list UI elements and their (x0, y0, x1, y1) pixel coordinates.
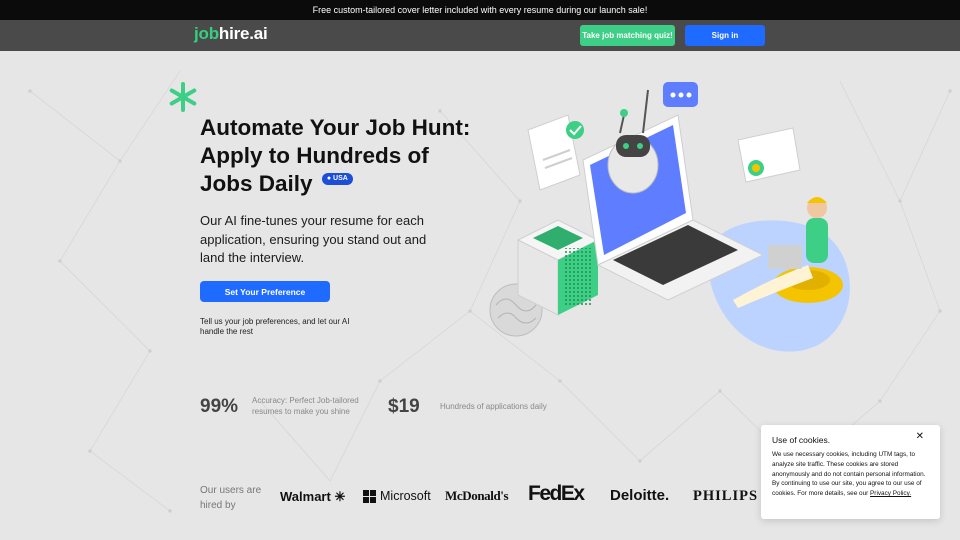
deloitte-logo: Deloitte. (610, 487, 670, 504)
walmart-name: Walmart (280, 489, 331, 504)
fedex-logo: FedEx (528, 482, 585, 505)
announcement-text: Free custom-tailored cover letter includ… (312, 5, 648, 15)
hero-title-line-1: Automate Your Job Hunt: (200, 115, 471, 140)
country-badge: ● USA (321, 173, 353, 186)
stat-accuracy-value: 99% (200, 396, 239, 417)
logo-part-hire: hire.ai (218, 24, 268, 43)
asterisk-icon (169, 82, 197, 112)
stat-accuracy-description: Accuracy: Perfect Job-tailored resumes t… (252, 396, 359, 416)
logo[interactable]: jobhire.ai (194, 24, 268, 44)
logo-part-job: job (194, 24, 219, 43)
spark-icon: ✳ (334, 489, 346, 504)
set-preference-button[interactable]: Set Your Preference (200, 281, 330, 302)
windows-icon (363, 489, 376, 503)
microsoft-name: Microsoft (380, 489, 431, 503)
cookie-title: Use of cookies. (772, 435, 831, 445)
job-matching-quiz-button[interactable]: Take job matching quiz! (580, 25, 675, 46)
hero-title: Automate Your Job Hunt: Apply to Hundred… (200, 114, 500, 198)
cookie-text: We use necessary cookies, including UTM … (772, 450, 929, 499)
sign-in-button[interactable]: Sign in (685, 25, 765, 46)
privacy-policy-link[interactable]: Privacy Policy. (870, 490, 911, 497)
mcdonalds-logo: McDonald's (445, 488, 509, 503)
stat-price-description: Hundreds of applications daily (440, 402, 547, 411)
hired-by-label: Our users are hired by (200, 485, 262, 511)
cookie-banner: ✕ Use of cookies. We use necessary cooki… (761, 425, 940, 519)
hero-title-line-2: Apply to Hundreds of (200, 143, 429, 168)
stat-price-value: $19 (388, 396, 420, 417)
site-header: jobhire.ai Take job matching quiz! Sign … (0, 20, 960, 51)
preference-note: Tell us your job preferences, and let ou… (200, 317, 350, 336)
location-pin-icon: ● (326, 175, 332, 183)
close-icon[interactable]: ✕ (916, 431, 924, 442)
hero-subtitle: Our AI fine-tunes your resume for each a… (200, 213, 427, 265)
hero-illustration (489, 82, 850, 352)
microsoft-logo: Microsoft (363, 489, 431, 503)
hero-title-line-3: Jobs Daily (200, 171, 313, 196)
walmart-logo: Walmart ✳ (280, 489, 345, 505)
country-badge-label: USA (333, 175, 348, 183)
announcement-bar: Free custom-tailored cover letter includ… (0, 0, 960, 20)
philips-logo: PHILIPS (693, 488, 759, 504)
